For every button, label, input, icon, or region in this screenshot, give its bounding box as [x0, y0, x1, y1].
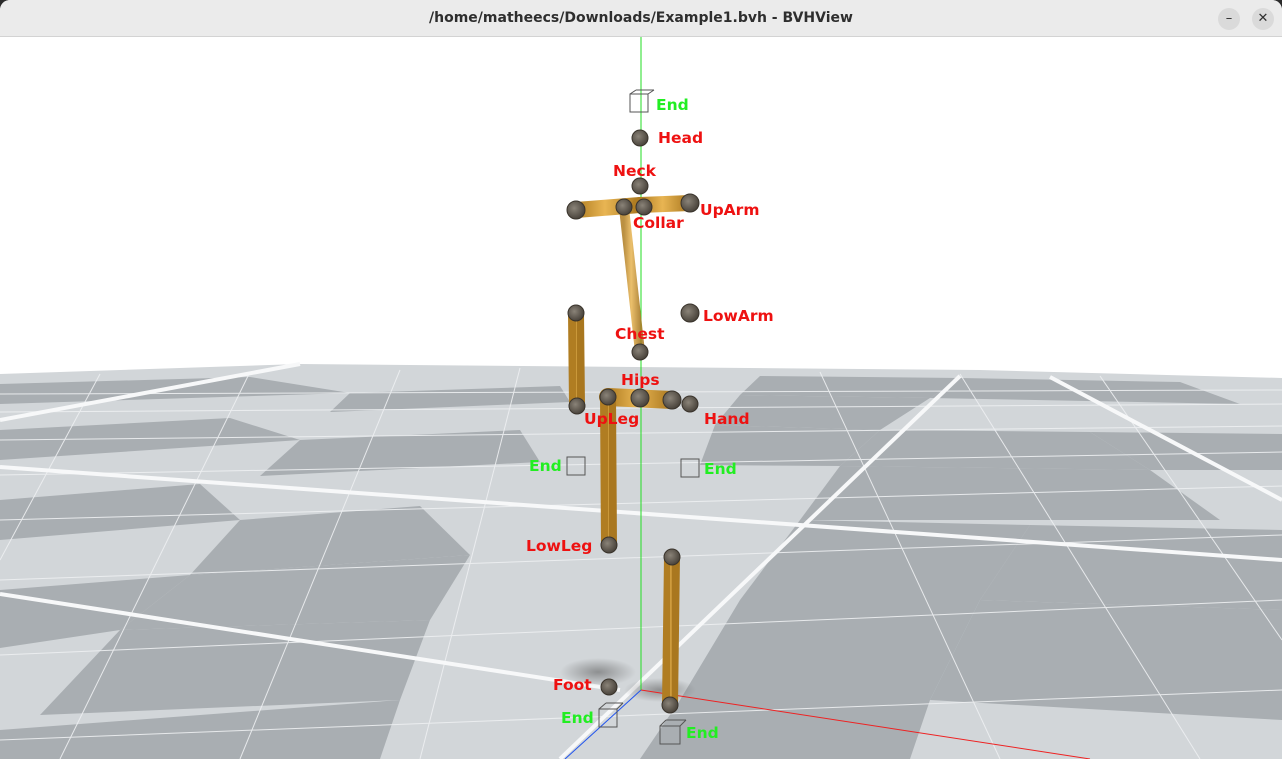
joint-label-up-leg: UpLeg: [584, 410, 639, 428]
joint-label-end-left-hand: End: [529, 457, 562, 475]
joint-label-low-arm: LowArm: [703, 307, 774, 325]
joint-label-up-arm: UpArm: [700, 201, 759, 219]
joint-label-end-head: End: [656, 96, 689, 114]
joint-label-end-right-foot: End: [686, 724, 719, 742]
joint-label-foot: Foot: [553, 676, 592, 694]
joint-label-end-right-hand: End: [704, 460, 737, 478]
joint-label-hand: Hand: [704, 410, 750, 428]
close-button[interactable]: ✕: [1252, 8, 1274, 30]
joint-label-end-left-foot: End: [561, 709, 594, 727]
joint-label-head: Head: [658, 129, 703, 147]
joint-label-neck: Neck: [613, 162, 657, 180]
minimize-button[interactable]: –: [1218, 8, 1240, 30]
joint-label-collar: Collar: [633, 214, 684, 232]
joint-label-low-leg: LowLeg: [526, 537, 592, 555]
window-title: /home/matheecs/Downloads/Example1.bvh - …: [429, 10, 853, 26]
title-bar[interactable]: /home/matheecs/Downloads/Example1.bvh - …: [0, 0, 1282, 37]
3d-viewport[interactable]: End Head Neck UpArm Collar LowArm Chest …: [0, 37, 1282, 759]
app-window: /home/matheecs/Downloads/Example1.bvh - …: [0, 0, 1282, 759]
joint-label-chest: Chest: [615, 325, 665, 343]
joint-label-hips: Hips: [621, 371, 660, 389]
foot-shadow: [624, 678, 696, 702]
